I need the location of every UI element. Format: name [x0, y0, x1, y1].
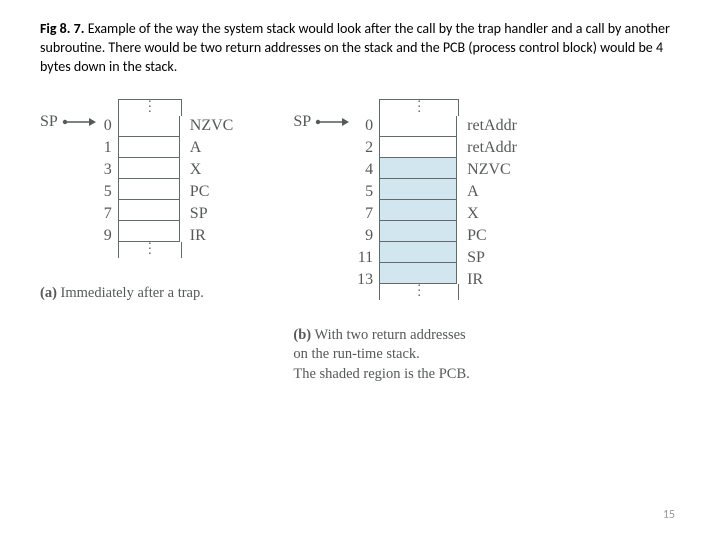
- figure-label: Fig 8. 7.: [40, 20, 85, 37]
- offset: 3: [104, 159, 112, 181]
- field-label: A: [190, 137, 234, 159]
- field-label: SP: [190, 203, 234, 225]
- figure-row: SP 0 1 3 5 7 9 ···: [40, 99, 680, 385]
- field-label: retAddr: [467, 137, 517, 159]
- sp-label: SP: [40, 113, 58, 131]
- page-number: 15: [663, 508, 675, 522]
- offset: 5: [104, 181, 112, 203]
- figure-caption-text: Example of the way the system stack woul…: [40, 20, 670, 75]
- stack-cell: [379, 116, 457, 137]
- offset: 11: [357, 247, 373, 269]
- field-label: PC: [467, 225, 517, 247]
- field-label: A: [467, 181, 517, 203]
- figure-a: SP 0 1 3 5 7 9 ···: [40, 99, 233, 385]
- offset: 2: [357, 137, 373, 159]
- subcaption-line3: The shaded region is the PCB.: [293, 366, 469, 382]
- subcaption-b: (b) With two return addresses on the run…: [293, 326, 469, 385]
- field-label: IR: [190, 225, 234, 247]
- labels-b: retAddr retAddr NZVC A X PC SP IR: [467, 99, 517, 291]
- stack-cell-pcb: [379, 242, 457, 263]
- field-label: retAddr: [467, 115, 517, 137]
- offsets-b: 0 2 4 5 7 9 11 13: [357, 99, 373, 291]
- sp-pointer-b: SP: [293, 113, 349, 131]
- subcaption-line1: With two return addresses: [314, 327, 465, 343]
- offset: 7: [104, 203, 112, 225]
- stack-cell-pcb: [379, 221, 457, 242]
- subcaption-label: (a): [40, 285, 57, 301]
- offset: 7: [357, 203, 373, 225]
- offset: 5: [357, 181, 373, 203]
- stack-cells-a: ··· ···: [118, 99, 182, 258]
- offset: 9: [357, 225, 373, 247]
- stack-cell-pcb: [379, 179, 457, 200]
- field-label: IR: [467, 269, 517, 291]
- field-label: NZVC: [190, 115, 234, 137]
- offset: 9: [104, 225, 112, 247]
- subcaption-a: (a) Immediately after a trap.: [40, 284, 204, 304]
- stack-cells-b: ··· ···: [379, 99, 459, 300]
- subcaption-text: Immediately after a trap.: [61, 285, 204, 301]
- subcaption-line2: on the run-time stack.: [293, 346, 419, 362]
- field-label: SP: [467, 247, 517, 269]
- subcaption-label: (b): [293, 327, 311, 343]
- figure-caption: Fig 8. 7. Example of the way the system …: [40, 20, 680, 77]
- offset: 0: [104, 115, 112, 137]
- offset: 13: [357, 269, 373, 291]
- stack-cell: [118, 137, 180, 158]
- stack-cell: [118, 116, 180, 137]
- field-label: X: [467, 203, 517, 225]
- stack-cell-pcb: [379, 200, 457, 221]
- ellipsis-icon: ···: [379, 100, 459, 116]
- stack-cell: [379, 137, 457, 158]
- field-label: NZVC: [467, 159, 517, 181]
- stack-cell: [118, 200, 180, 221]
- offset: 0: [357, 115, 373, 137]
- stack-cell: [118, 179, 180, 200]
- ellipsis-icon: ···: [379, 284, 459, 300]
- offset: 1: [104, 137, 112, 159]
- offset: 4: [357, 159, 373, 181]
- arrow-right-icon: [315, 117, 349, 127]
- arrow-right-icon: [62, 117, 96, 127]
- stack-cell-pcb: [379, 158, 457, 179]
- stack-cell: [118, 158, 180, 179]
- sp-pointer-a: SP: [40, 113, 96, 131]
- labels-a: NZVC A X PC SP IR: [190, 99, 234, 247]
- figure-b: SP 0 2 4 5 7 9 11 13: [293, 99, 517, 385]
- sp-label: SP: [293, 113, 311, 131]
- field-label: PC: [190, 181, 234, 203]
- offsets-a: 0 1 3 5 7 9: [104, 99, 112, 247]
- ellipsis-icon: ···: [118, 242, 182, 258]
- field-label: X: [190, 159, 234, 181]
- ellipsis-icon: ···: [118, 100, 182, 116]
